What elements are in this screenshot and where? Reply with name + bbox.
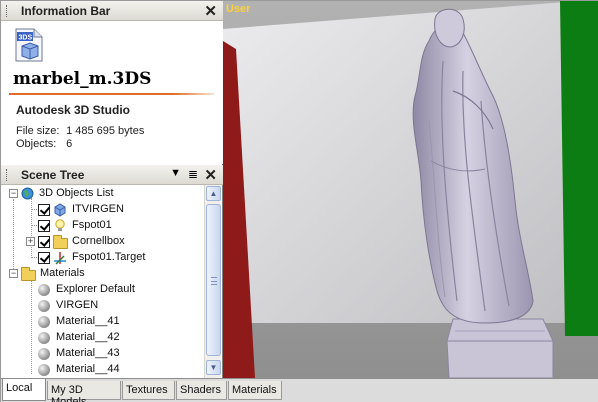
app-window: Information Bar ✕ 3DS marbel_m.3DS Autod… — [0, 0, 598, 402]
tab-shaders[interactable]: Shaders — [176, 381, 227, 400]
list-view-icon[interactable]: ≣ — [188, 167, 198, 181]
left-panel: Information Bar ✕ 3DS marbel_m.3DS Autod… — [1, 1, 223, 378]
scene-render — [223, 1, 598, 378]
panel-grip[interactable] — [6, 169, 9, 181]
3ds-file-icon: 3DS — [15, 28, 43, 62]
tree-node-label: VIRGEN — [56, 299, 99, 311]
file-size-value: 1 485 695 bytes — [66, 125, 145, 137]
tree-node-material[interactable]: Explorer Default — [1, 282, 201, 298]
tree-node-material[interactable]: VIRGEN — [1, 298, 201, 314]
tree-node-label: Material__41 — [56, 315, 120, 327]
info-bar-content: 3DS marbel_m.3DS Autodesk 3D Studio File… — [1, 21, 223, 164]
scroll-down-arrow-icon[interactable]: ▼ — [206, 360, 221, 375]
folder-icon — [53, 235, 68, 249]
folder-icon — [21, 267, 36, 281]
file-icon-text: 3DS — [19, 35, 33, 42]
file-size-label: File size: — [16, 125, 60, 137]
tree-node-material[interactable]: Material__44 — [1, 362, 201, 378]
scrollbar-grip — [211, 277, 217, 285]
material-sphere-icon — [38, 364, 50, 376]
material-sphere-icon — [38, 316, 50, 328]
visibility-checkbox[interactable] — [38, 252, 50, 264]
objects-label: Objects: — [16, 138, 57, 150]
material-sphere-icon — [38, 284, 50, 296]
target-icon — [54, 252, 66, 265]
tab-my-3d-models[interactable]: My 3D Models — [47, 381, 121, 402]
info-bar-header: Information Bar ✕ — [1, 1, 223, 21]
scene-tree-title: Scene Tree — [21, 168, 85, 182]
scene-tree-close-icon[interactable]: ✕ — [204, 166, 217, 184]
collapse-icon[interactable]: − — [9, 269, 18, 278]
bottom-tab-bar: Local My 3D Models Textures Shaders Mate… — [1, 378, 598, 402]
tree-node-material[interactable]: Material__41 — [1, 314, 201, 330]
expand-icon[interactable]: + — [26, 237, 35, 246]
scroll-up-arrow-icon[interactable]: ▲ — [206, 186, 221, 201]
material-sphere-icon — [38, 300, 50, 312]
collapse-icon[interactable]: − — [9, 189, 18, 198]
tree-node-label: Cornellbox — [72, 235, 125, 247]
info-bar-title: Information Bar — [21, 4, 111, 18]
visibility-checkbox[interactable] — [38, 236, 50, 248]
cube-icon — [54, 203, 66, 217]
scene-tree-header: Scene Tree ▼ ≣ ✕ — [1, 165, 223, 185]
info-bar-close-icon[interactable]: ✕ — [204, 2, 217, 20]
globe-icon — [21, 187, 34, 200]
tree-node-label: Fspot01 — [72, 219, 112, 231]
tree-node-fspot01[interactable]: Fspot01 — [1, 218, 201, 234]
tree-node-label: Explorer Default — [56, 283, 135, 295]
tab-local[interactable]: Local — [2, 379, 46, 401]
scene-tree: − 3D Objects List ITVIRGEN Fspot01 + Cor… — [1, 185, 204, 378]
tab-materials[interactable]: Materials — [228, 381, 282, 400]
tree-node-material[interactable]: Material__43 — [1, 346, 201, 362]
tree-node-label: Material__42 — [56, 331, 120, 343]
file-format: Autodesk 3D Studio — [16, 103, 131, 117]
material-sphere-icon — [38, 348, 50, 360]
file-name-underline — [9, 93, 214, 95]
scrollbar-thumb[interactable] — [206, 204, 221, 356]
tree-node-label: Fspot01.Target — [72, 251, 146, 263]
panel-grip[interactable] — [6, 5, 9, 17]
visibility-checkbox[interactable] — [38, 204, 50, 216]
bulb-icon — [55, 219, 65, 231]
tree-node-label: ITVIRGEN — [72, 203, 124, 215]
tree-node-fspot01-target[interactable]: Fspot01.Target — [1, 250, 201, 266]
material-sphere-icon — [38, 332, 50, 344]
tree-node-label: 3D Objects List — [39, 187, 114, 199]
tree-node-label: Materials — [40, 267, 85, 279]
objects-row: Objects: 6 — [16, 138, 72, 150]
right-wall — [560, 1, 598, 336]
file-size-row: File size: 1 485 695 bytes — [16, 125, 144, 137]
tree-node-materials[interactable]: − Materials — [1, 266, 201, 282]
tree-node-label: Material__44 — [56, 363, 120, 375]
tree-node-cornellbox[interactable]: + Cornellbox — [1, 234, 201, 250]
scene-tree-scrollbar[interactable]: ▲ ▼ — [204, 185, 221, 378]
visibility-checkbox[interactable] — [38, 220, 50, 232]
file-name: marbel_m.3DS — [13, 69, 152, 89]
dropdown-arrow-icon[interactable]: ▼ — [170, 167, 181, 179]
tree-node-material[interactable]: Material__42 — [1, 330, 201, 346]
tree-node-label: Material__43 — [56, 347, 120, 359]
objects-value: 6 — [66, 138, 73, 150]
tree-node-3d-objects-list[interactable]: − 3D Objects List — [1, 186, 201, 202]
3d-viewport[interactable]: User — [223, 1, 598, 378]
tab-textures[interactable]: Textures — [122, 381, 175, 400]
tree-node-itvirgen[interactable]: ITVIRGEN — [1, 202, 201, 218]
viewport-label: User — [226, 3, 251, 15]
